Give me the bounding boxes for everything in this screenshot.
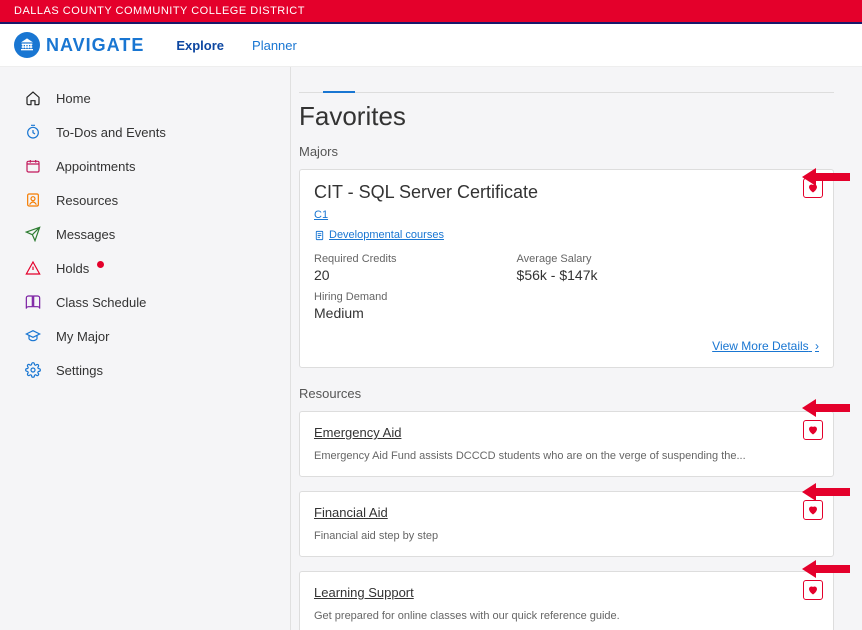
clock-icon: [24, 123, 42, 141]
gradcap-icon: [24, 327, 42, 345]
sidebar-label: Home: [56, 91, 91, 106]
page-title: Favorites: [299, 101, 834, 132]
sidebar-label: To-Dos and Events: [56, 125, 166, 140]
sidebar-item-appointments[interactable]: Appointments: [0, 149, 290, 183]
holds-notification-dot: [97, 261, 104, 268]
major-code-link[interactable]: C1: [314, 209, 328, 221]
favorite-toggle[interactable]: [803, 500, 823, 520]
nav-explore[interactable]: Explore: [176, 38, 224, 53]
doc-icon: [314, 230, 325, 241]
credits-label: Required Credits: [314, 253, 397, 265]
salary-value: $56k - $147k: [517, 267, 598, 283]
sidebar-item-settings[interactable]: Settings: [0, 353, 290, 387]
resource-card: Learning Support Get prepared for online…: [299, 571, 834, 630]
favorite-toggle[interactable]: [803, 580, 823, 600]
resource-title-link[interactable]: Learning Support: [314, 585, 414, 600]
sidebar-item-messages[interactable]: Messages: [0, 217, 290, 251]
resource-title-link[interactable]: Emergency Aid: [314, 425, 401, 440]
logo-icon: [14, 32, 40, 58]
book-icon: [24, 293, 42, 311]
nav-planner[interactable]: Planner: [252, 38, 297, 53]
main-content: Favorites Majors CIT - SQL Server Certif…: [290, 67, 862, 630]
section-majors-label: Majors: [299, 144, 834, 159]
sidebar-item-resources[interactable]: Resources: [0, 183, 290, 217]
view-more-wrap: View More Details ›: [314, 337, 819, 355]
demand-value: Medium: [314, 305, 397, 321]
brand-logo[interactable]: NAVIGATE: [14, 32, 144, 58]
sidebar-item-class-schedule[interactable]: Class Schedule: [0, 285, 290, 319]
favorite-toggle[interactable]: [803, 420, 823, 440]
home-icon: [24, 89, 42, 107]
send-icon: [24, 225, 42, 243]
brand-text: NAVIGATE: [46, 35, 144, 56]
sidebar-label: Settings: [56, 363, 103, 378]
resource-desc: Emergency Aid Fund assists DCCCD student…: [314, 450, 819, 462]
resource-card: Financial Aid Financial aid step by step: [299, 491, 834, 557]
resources-icon: [24, 191, 42, 209]
sidebar-item-todos[interactable]: To-Dos and Events: [0, 115, 290, 149]
gear-icon: [24, 361, 42, 379]
org-topbar: DALLAS COUNTY COMMUNITY COLLEGE DISTRICT: [0, 0, 862, 24]
heart-icon: [807, 504, 819, 516]
alert-icon: [24, 259, 42, 277]
view-more-label: View More Details: [712, 339, 808, 353]
major-card: CIT - SQL Server Certificate C1 Developm…: [299, 169, 834, 368]
sidebar-item-holds[interactable]: Holds: [0, 251, 290, 285]
sidebar-label: My Major: [56, 329, 109, 344]
view-more-link[interactable]: View More Details ›: [712, 339, 819, 353]
sidebar-label: Messages: [56, 227, 115, 242]
credits-value: 20: [314, 267, 397, 283]
sidebar-label: Resources: [56, 193, 118, 208]
navbar: NAVIGATE Explore Planner: [0, 24, 862, 67]
sidebar-label: Class Schedule: [56, 295, 146, 310]
section-resources-label: Resources: [299, 386, 834, 401]
chevron-right-icon: ›: [815, 339, 819, 353]
calendar-icon: [24, 157, 42, 175]
heart-icon: [807, 424, 819, 436]
favorite-toggle[interactable]: [803, 178, 823, 198]
dev-link-label: Developmental courses: [329, 229, 444, 241]
demand-label: Hiring Demand: [314, 291, 397, 303]
sidebar-label: Holds: [56, 261, 89, 276]
sidebar-item-home[interactable]: Home: [0, 81, 290, 115]
major-title: CIT - SQL Server Certificate: [314, 182, 819, 203]
tab-underline: [299, 83, 834, 93]
heart-icon: [807, 584, 819, 596]
salary-label: Average Salary: [517, 253, 598, 265]
resource-desc: Financial aid step by step: [314, 530, 819, 542]
sidebar-item-my-major[interactable]: My Major: [0, 319, 290, 353]
resource-card: Emergency Aid Emergency Aid Fund assists…: [299, 411, 834, 477]
sidebar: Home To-Dos and Events Appointments Reso…: [0, 67, 290, 630]
heart-icon: [807, 182, 819, 194]
resource-desc: Get prepared for online classes with our…: [314, 610, 819, 622]
nav-links: Explore Planner: [176, 38, 297, 53]
resource-title-link[interactable]: Financial Aid: [314, 505, 388, 520]
sidebar-label: Appointments: [56, 159, 136, 174]
developmental-courses-link[interactable]: Developmental courses: [314, 229, 819, 241]
org-name: DALLAS COUNTY COMMUNITY COLLEGE DISTRICT: [14, 5, 305, 17]
major-stats: Required Credits 20 Hiring Demand Medium…: [314, 253, 819, 321]
